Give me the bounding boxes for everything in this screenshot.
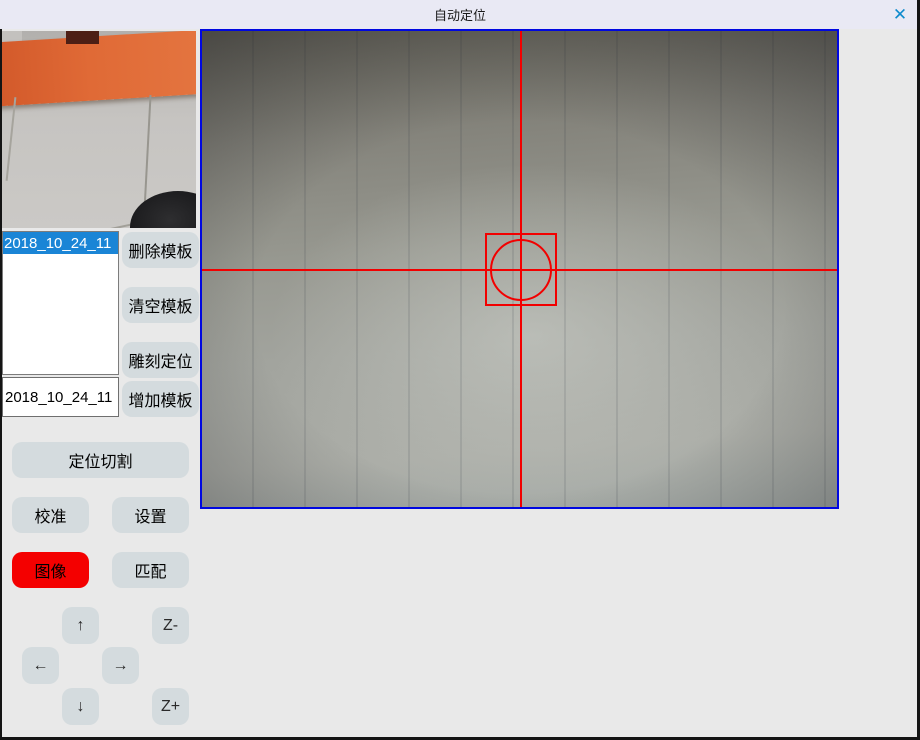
button-label: 删除模板	[128, 238, 192, 262]
thumbnail-dark-object	[130, 191, 196, 228]
calibrate-button[interactable]: 校准	[12, 497, 89, 533]
button-label: 校准	[34, 503, 66, 527]
target-circle-overlay	[490, 239, 552, 301]
jog-left-button[interactable]: ←	[22, 647, 59, 684]
settings-button[interactable]: 设置	[112, 497, 189, 533]
camera-live-view[interactable]	[200, 29, 839, 509]
button-label: 设置	[134, 503, 166, 527]
z-minus-button[interactable]: Z-	[152, 607, 189, 644]
thumbnail-detail	[66, 31, 99, 44]
engrave-position-button[interactable]: 雕刻定位	[122, 342, 199, 378]
arrow-up-icon: ↑	[77, 617, 85, 635]
button-label: 雕刻定位	[128, 348, 192, 372]
button-label: 图像	[34, 558, 66, 582]
template-name-input[interactable]	[2, 377, 119, 417]
button-label: 匹配	[134, 558, 166, 582]
button-label: 增加模板	[128, 387, 192, 411]
match-button[interactable]: 匹配	[112, 552, 189, 588]
thumbnail-grout-line	[6, 97, 17, 181]
button-label: Z+	[161, 698, 180, 716]
window-border	[0, 29, 2, 740]
jog-right-button[interactable]: →	[102, 647, 139, 684]
button-label: 清空模板	[128, 293, 192, 317]
arrow-right-icon: →	[113, 657, 129, 675]
template-list-item-selected[interactable]: 2018_10_24_11	[3, 232, 118, 254]
jog-down-button[interactable]: ↓	[62, 688, 99, 725]
thumbnail-orange-beam	[2, 31, 196, 106]
close-icon: ✕	[893, 5, 907, 25]
titlebar: 自动定位	[0, 0, 920, 29]
add-template-button[interactable]: 增加模板	[122, 381, 199, 417]
button-label: Z-	[163, 617, 178, 635]
template-list-item-label: 2018_10_24_11	[4, 235, 111, 252]
delete-template-button[interactable]: 删除模板	[122, 232, 199, 268]
template-thumbnail-image	[2, 31, 196, 228]
arrow-down-icon: ↓	[77, 698, 85, 716]
image-button-active[interactable]: 图像	[12, 552, 89, 588]
template-list[interactable]: 2018_10_24_11	[2, 231, 119, 375]
button-label: 定位切割	[68, 448, 132, 472]
jog-up-button[interactable]: ↑	[62, 607, 99, 644]
window-title: 自动定位	[434, 5, 486, 24]
position-cut-button[interactable]: 定位切割	[12, 442, 189, 478]
z-plus-button[interactable]: Z+	[152, 688, 189, 725]
arrow-left-icon: ←	[33, 657, 49, 675]
auto-position-dialog: 自动定位 ✕ 2018_10_24_11 删除模板 清空模板 雕刻定位 增加模板…	[0, 0, 920, 740]
clear-templates-button[interactable]: 清空模板	[122, 287, 199, 323]
close-button[interactable]: ✕	[889, 4, 911, 26]
